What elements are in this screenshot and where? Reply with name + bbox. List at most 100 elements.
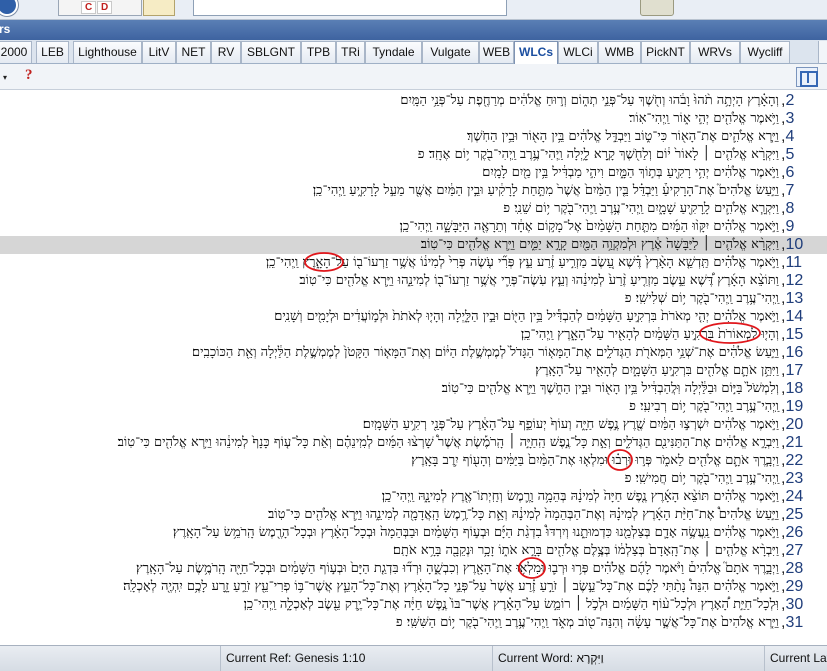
verse-text[interactable]: וַיֹּ֣אמֶר אֱלֹהִ֗ים תּוֹצֵ֨א הָאָ֜רֶץ נ… [382,488,779,506]
verse-row[interactable]: וַיַּ֣עַשׂ אֱלֹהִים֩ אֶת־חַיַּ֨ת הָאָ֜רֶ… [0,506,827,524]
help-icon[interactable]: ? [25,67,33,84]
search-magnifier-icon[interactable] [640,0,674,16]
verse-row[interactable]: וַֽיְהִי־עֶ֥רֶב וַֽיְהִי־בֹ֖קֶר י֥וֹם רְ… [0,398,827,416]
tabs-scroll-button[interactable] [818,41,827,63]
verse-row[interactable]: וַיֹּ֣אמֶר אֱלֹהִ֗ים יִקָּו֨וּ הַמַּ֜יִם… [0,218,827,236]
verse-row[interactable]: וַיֹּ֥אמֶר אֱלֹהִ֖ים יְהִ֣י א֑וֹר וַֽיְה… [0,110,827,128]
verse-row[interactable]: וַיֹּ֣אמֶר אֱלֹהִ֔ים יִשְׁרְצ֣וּ הַמַּ֔י… [0,416,827,434]
tab-2000[interactable]: 2000 [0,41,32,63]
verse-text[interactable]: וַֽיְהִי־עֶ֥רֶב וַֽיְהִי־בֹ֖קֶר י֥וֹם חֲ… [625,470,779,488]
verse-row[interactable]: וַיַּ֤רְא אֱלֹהִים֙ אֶת־כָּל־אֲשֶׁ֣ר עָש… [0,614,827,632]
verse-text[interactable]: וַיִּבְרָ֣א אֱלֹהִ֔ים אֶת־הַתַּנִּינִ֖ם … [118,434,779,452]
verse-row[interactable]: וַיֹּ֣אמֶר אֱלֹהִ֗ים תַּֽדְשֵׁ֤א הָאָ֨רֶ… [0,254,827,272]
verse-text[interactable]: וַיַּ֣עַשׂ אֱלֹהִ֔ים אֶת־שְׁנֵ֥י הַמְּאֹ… [192,344,779,362]
verse-row[interactable]: וַיֹּ֣אמֶר אֱלֹהִ֔ים יְהִ֥י רָקִ֖יעַ בְּ… [0,164,827,182]
verse-row[interactable]: וַיְבָ֧רֶךְ אֹתָ֛ם אֱלֹהִ֖ים לֵאמֹ֑ר פְּ… [0,452,827,470]
compare-toolbar-button[interactable]: C D [58,0,142,16]
verse-row[interactable]: וַיִּבְרָ֨א אֱלֹהִ֤ים ׀ אֶת־הָֽאָדָם֙ בְ… [0,542,827,560]
tab-wrvs[interactable]: WRVs [690,41,740,63]
verse-row[interactable]: וְהָי֤וּ לִמְאוֹרֹת֙ בִּרְקִ֣יעַ הַשָּׁמ… [0,326,827,344]
verse-text[interactable]: וַיֹּ֣אמֶר אֱלֹהִ֔ים נַֽעֲשֶׂ֥ה אָדָ֛ם ב… [173,524,779,542]
verse-row[interactable]: וַֽיְהִי־עֶ֥רֶב וַֽיְהִי־בֹ֖קֶר י֥וֹם חֲ… [0,470,827,488]
verse-text[interactable]: וַֽיְהִי־עֶ֥רֶב וַֽיְהִי־בֹ֖קֶר י֥וֹם רְ… [629,398,779,416]
verse-number-value: 21 [785,434,804,451]
verse-row[interactable]: וַיַּ֧רְא אֱלֹהִ֛ים אֶת־הָא֖וֹר כִּי־ט֑ו… [0,128,827,146]
verse-row[interactable]: וַיֹּ֣אמֶר אֱלֹהִ֗ים הִנֵּה֩ נָתַ֨תִּי ל… [0,578,827,596]
verse-text[interactable]: וַֽיְהִי־עֶ֥רֶב וַֽיְהִי־בֹ֖קֶר י֥וֹם שְ… [625,290,779,308]
verse-row[interactable]: וַתּוֹצֵ֨א הָאָ֜רֶץ דֶּ֠שֶׁא עֵ֣שֶׂב מַז… [0,272,827,290]
verse-row[interactable]: וַיֹּ֣אמֶר אֱלֹהִ֗ים תּוֹצֵ֨א הָאָ֜רֶץ נ… [0,488,827,506]
verse-text[interactable]: וַיֹּ֥אמֶר אֱלֹהִ֖ים יְהִ֣י א֑וֹר וַֽיְה… [629,110,779,128]
tab-sblgnt[interactable]: SBLGNT [241,41,301,63]
verse-text[interactable]: וַיֹּ֣אמֶר אֱלֹהִ֗ים הִנֵּה֩ נָתַ֨תִּי ל… [123,578,779,596]
verse-text[interactable]: וַתּוֹצֵ֨א הָאָ֜רֶץ דֶּ֠שֶׁא עֵ֣שֶׂב מַז… [299,272,779,290]
tab-web[interactable]: WEB [479,41,514,63]
tab-leb[interactable]: LEB [36,41,69,63]
verse-number-value: 2 [785,92,795,109]
verse-number: ,28 [781,559,803,577]
status-current-word: Current Word: וַיִּקְרָא [492,646,764,671]
tab-tpb[interactable]: TPB [301,41,336,63]
verse-number-value: 8 [785,200,795,217]
dropdown-icon[interactable]: ▾ [3,73,7,82]
verse-text[interactable]: וַיִּקְרָ֨א אֱלֹהִ֤ים ׀ לַיַּבָּשָׁה֙ אֶ… [421,236,779,254]
tab-litv[interactable]: LitV [142,41,176,63]
notes-pen-icon[interactable] [143,0,175,16]
layout-toggle-icon[interactable] [796,67,818,87]
tab-tri[interactable]: TRi [336,41,365,63]
reference-input[interactable] [193,0,507,16]
verse-row[interactable]: וְהָאָ֗רֶץ הָיְתָ֥ה תֹ֨הוּ֙ וָבֹ֔הוּ וְח… [0,92,827,110]
verse-text[interactable]: וַיֹּ֣אמֶר אֱלֹהִ֔ים יְהִ֥י רָקִ֖יעַ בְּ… [482,164,779,182]
verse-number-value: 18 [785,380,804,397]
tab-lighthouse[interactable]: Lighthouse [73,41,142,63]
verse-row[interactable]: וַֽיְהִי־עֶ֥רֶב וַֽיְהִי־בֹ֖קֶר י֥וֹם שְ… [0,290,827,308]
tab-picknt[interactable]: PickNT [641,41,690,63]
tab-tyndale[interactable]: Tyndale [365,41,422,63]
tab-wycliff[interactable]: Wycliff [740,41,790,63]
verse-number-value: 13 [785,290,804,307]
verse-text[interactable]: וַיִּקְרָ֧א אֱלֹהִ֛ים לָֽרָקִ֖יעַ שָׁמָ֑… [503,200,779,218]
verse-text[interactable]: וַיַּ֣עַשׂ אֱלֹהִים֮ אֶת־הָרָקִיעַ֒ וַיַ… [313,182,779,200]
verse-text[interactable]: וַיֹּ֣אמֶר אֱלֹהִ֗ים יְהִ֤י מְאֹרֹת֙ בִּ… [274,308,779,326]
verse-row[interactable]: וַיֹּ֣אמֶר אֱלֹהִ֔ים נַֽעֲשֶׂ֥ה אָדָ֛ם ב… [0,524,827,542]
verse-text[interactable]: וַיְבָ֣רֶךְ אֹתָם֮ אֱלֹהִים֒ וַיֹּ֨אמֶר … [136,560,779,578]
verse-text[interactable]: וַיִּקְרָ֨א אֱלֹהִ֤ים ׀ לָאוֹר֙ י֔וֹם וְ… [418,146,779,164]
info-icon[interactable] [0,0,18,16]
verse-text[interactable]: וַיַּ֧רְא אֱלֹהִ֛ים אֶת־הָא֖וֹר כִּי־ט֑ו… [467,128,779,146]
verse-row[interactable]: וַיִּקְרָ֨א אֱלֹהִ֤ים ׀ לָאוֹר֙ י֔וֹם וְ… [0,146,827,164]
verse-number: ,17 [781,361,803,379]
verse-text[interactable]: וַיְבָ֧רֶךְ אֹתָ֛ם אֱלֹהִ֖ים לֵאמֹ֑ר פְּ… [411,452,779,470]
verse-row[interactable]: וַיְבָ֣רֶךְ אֹתָם֮ אֱלֹהִים֒ וַיֹּ֨אמֶר … [0,560,827,578]
verse-number-value: 7 [785,182,795,199]
tab-wlci[interactable]: WLCi [558,41,598,63]
verse-number-value: 15 [785,326,804,343]
verse-row[interactable]: וַיִּבְרָ֣א אֱלֹהִ֔ים אֶת־הַתַּנִּינִ֖ם … [0,434,827,452]
tab-wlcs[interactable]: WLCs [514,41,558,65]
verse-text[interactable]: וְהָאָ֗רֶץ הָיְתָ֥ה תֹ֨הוּ֙ וָבֹ֔הוּ וְח… [400,92,779,110]
tab-vulgate[interactable]: Vulgate [422,41,479,63]
verse-row[interactable]: וַיִּתֵּ֥ן אֹתָ֛ם אֱלֹהִ֖ים בִּרְקִ֣יעַ … [0,362,827,380]
verse-text[interactable]: וַיִּתֵּ֥ן אֹתָ֛ם אֱלֹהִ֖ים בִּרְקִ֣יעַ … [535,362,779,380]
verse-text[interactable]: וַיֹּ֣אמֶר אֱלֹהִ֗ים תַּֽדְשֵׁ֤א הָאָ֨רֶ… [266,254,779,272]
verse-text[interactable]: וַיֹּ֣אמֶר אֱלֹהִ֗ים יִקָּו֨וּ הַמַּ֜יִם… [400,218,779,236]
verse-text[interactable]: וַיַּ֣עַשׂ אֱלֹהִים֩ אֶת־חַיַּ֨ת הָאָ֜רֶ… [268,506,779,524]
verse-row[interactable]: וַיִּקְרָ֨א אֱלֹהִ֤ים ׀ לַיַּבָּשָׁה֙ אֶ… [0,236,827,254]
verse-text[interactable]: וְלִמְשֹׁל֙ בַּיּ֣וֹם וּבַלַּ֔יְלָה וּֽל… [442,380,779,398]
verse-row[interactable]: וַיַּ֣עַשׂ אֱלֹהִ֔ים אֶת־שְׁנֵ֥י הַמְּאֹ… [0,344,827,362]
verse-row[interactable]: וְלִמְשֹׁל֙ בַּיּ֣וֹם וּבַלַּ֔יְלָה וּֽל… [0,380,827,398]
tab-net[interactable]: NET [176,41,211,63]
verse-row[interactable]: וַיֹּ֣אמֶר אֱלֹהִ֗ים יְהִ֤י מְאֹרֹת֙ בִּ… [0,308,827,326]
verse-number: ,20 [781,415,803,433]
verse-text[interactable]: וּֽלְכָל־חַיַּ֣ת הָ֠אָרֶץ וּלְכָל־ע֨וֹף … [244,596,779,614]
verse-text[interactable]: וַיִּבְרָ֨א אֱלֹהִ֤ים ׀ אֶת־הָֽאָדָם֙ בְ… [393,542,779,560]
verse-text[interactable]: וְהָי֤וּ לִמְאוֹרֹת֙ בִּרְקִ֣יעַ הַשָּׁמ… [521,326,779,344]
verse-number: ,10 [781,235,803,253]
verse-text[interactable]: וַיַּ֤רְא אֱלֹהִים֙ אֶת־כָּל־אֲשֶׁ֣ר עָש… [396,614,779,632]
verse-text[interactable]: וַיֹּ֣אמֶר אֱלֹהִ֔ים יִשְׁרְצ֣וּ הַמַּ֔י… [363,416,779,434]
verse-row[interactable]: וַיַּ֣עַשׂ אֱלֹהִים֮ אֶת־הָרָקִיעַ֒ וַיַ… [0,182,827,200]
tab-wmb[interactable]: WMB [598,41,641,63]
tab-rv[interactable]: RV [211,41,241,63]
verse-row[interactable]: וּֽלְכָל־חַיַּ֣ת הָ֠אָרֶץ וּלְכָל־ע֨וֹף … [0,596,827,614]
bible-text-pane[interactable]: וְהָאָ֗רֶץ הָיְתָ֥ה תֹ֨הוּ֙ וָבֹ֔הוּ וְח… [0,90,827,645]
verse-row[interactable]: וַיִּקְרָ֧א אֱלֹהִ֛ים לָֽרָקִ֖יעַ שָׁמָ֑… [0,200,827,218]
